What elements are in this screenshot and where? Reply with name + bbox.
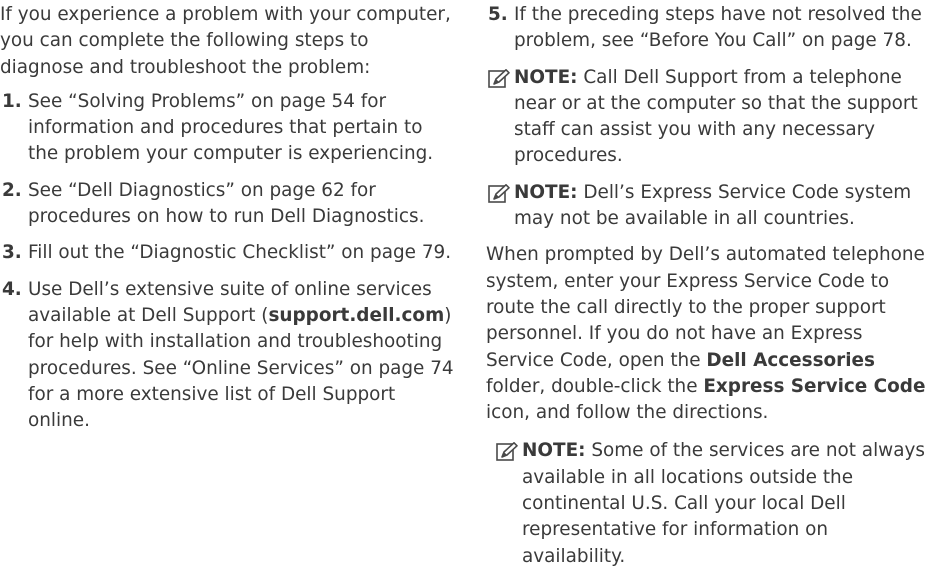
step-5: 5. If the preceding steps have not resol… xyxy=(486,2,935,55)
right-column: 5. If the preceding steps have not resol… xyxy=(486,2,935,580)
pencil-note-icon xyxy=(486,180,514,233)
note-express-code: NOTE: Dell’s Express Service Code system… xyxy=(486,180,935,233)
support-link[interactable]: support.dell.com xyxy=(268,305,444,326)
step-text: See “Dell Diagnostics” on page 62 for pr… xyxy=(28,179,425,228)
intro-paragraph: If you experience a problem with your co… xyxy=(0,4,451,78)
note-label: NOTE: xyxy=(514,181,578,203)
step-text: If the preceding steps have not resolved… xyxy=(514,4,922,52)
step-number: 1. xyxy=(2,90,22,112)
step-number: 4. xyxy=(2,278,22,300)
step-text: Use Dell’s extensive suite of online ser… xyxy=(28,277,455,435)
left-column: If you experience a problem with your co… xyxy=(0,2,455,444)
note-call-support: NOTE: Call Dell Support from a telephone… xyxy=(486,65,935,170)
express-code-paragraph: When prompted by Dell’s automated teleph… xyxy=(486,242,935,426)
step-3: 3. Fill out the “Diagnostic Checklist” o… xyxy=(0,240,455,266)
note-label: NOTE: xyxy=(514,66,578,88)
step-2: 2. See “Dell Diagnostics” on page 62 for… xyxy=(0,178,455,231)
dell-accessories-folder: Dell Accessories xyxy=(706,349,875,371)
express-service-code-icon-label: Express Service Code xyxy=(703,375,926,397)
note-services-availability: NOTE: Some of the services are not alway… xyxy=(486,438,935,569)
note-text: NOTE: Dell’s Express Service Code system… xyxy=(514,180,935,233)
step-number: 5. xyxy=(488,4,508,25)
note-text: NOTE: Some of the services are not alway… xyxy=(522,438,935,569)
step-text: Fill out the “Diagnostic Checklist” on p… xyxy=(28,242,452,264)
step-text: See “Solving Problems” on page 54 for in… xyxy=(28,90,434,165)
step-4: 4. Use Dell’s extensive suite of online … xyxy=(0,277,455,435)
para-part2: folder, double-click the xyxy=(486,375,704,397)
step-number: 3. xyxy=(2,242,22,264)
step-1: 1. See “Solving Problems” on page 54 for… xyxy=(0,89,455,168)
para-part3: icon, and follow the directions. xyxy=(486,402,769,424)
pencil-note-icon xyxy=(494,438,522,569)
note-label: NOTE: xyxy=(522,440,586,462)
pencil-note-icon xyxy=(486,65,514,170)
step-number: 2. xyxy=(2,179,22,201)
note-text: NOTE: Call Dell Support from a telephone… xyxy=(514,65,935,170)
